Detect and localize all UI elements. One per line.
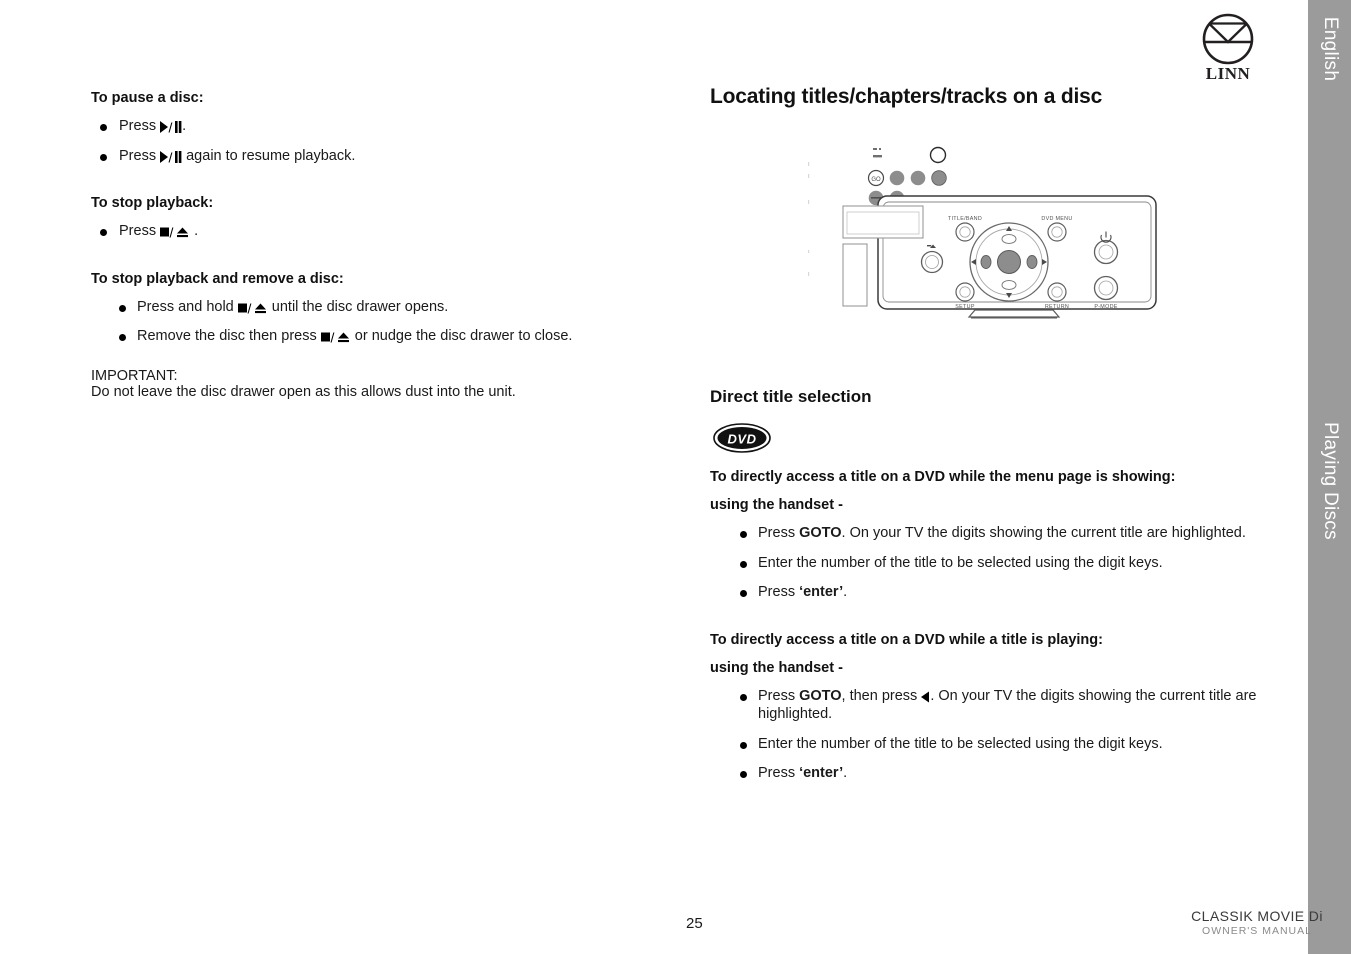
svg-text:/: / [247,301,251,315]
stop-eject-icon: / [320,330,351,344]
heading-stop-and-remove: To stop playback and remove a disc: [91,270,344,287]
segment-text: . On your TV the digits showing the curr… [841,525,1246,541]
stop-eject-icon: / [237,301,268,315]
list-item: Press GOTO. On your TV the digits showin… [710,524,1290,543]
bullet-text-post: . [182,118,187,134]
heading-direct-access-menu: To directly access a title on a DVD whil… [710,469,1176,485]
list-item: Press ‘enter’. [710,764,1290,783]
subheading-using-handset-1: using the handset - [710,497,843,513]
play-pause-icon: / [160,120,182,134]
bullet-list-stop: Press / . [91,222,651,241]
bullet-text-pre: Press [119,118,161,134]
stop-eject-icon: / [160,225,190,239]
linn-logo: LINN [1196,12,1260,84]
list-item: Press / . [91,222,651,241]
linn-wordmark: LINN [1205,64,1251,83]
bullet-text-post: again to resume playback. [182,147,356,164]
list-item: Press and hold / until the disc drawer o… [91,298,651,317]
segment-bold: GOTO [799,525,842,541]
segment-text: Enter the number of the title to be sele… [758,554,1163,571]
linn-circle-icon [1202,13,1254,65]
bullet-text-pre: Press [119,223,161,240]
segment-text: . [843,765,848,782]
important-text: Do not leave the disc drawer open as thi… [91,383,516,400]
segment-text: Press [758,584,800,601]
footer-brand: CLASSIK MOVIE Di OWNER'S MANUAL [1177,908,1337,937]
list-item: Press GOTO, then press . On your TV the … [710,687,1290,724]
segment-text: Press [758,525,800,541]
bullet-text-post: . [190,223,199,240]
right-column: Locating titles/chapters/tracks on a dis… [710,85,1290,783]
bullet-list-pause: Press /. Press / again to resume playbac… [91,117,651,165]
segment-bold: ‘enter’ [799,584,844,601]
bullet-text-pre: Remove the disc then press [137,328,321,345]
bullet-list-title-playing: Press GOTO, then press . On your TV the … [710,687,1290,783]
left-column: To pause a disc: Press /. Press / again … [91,90,651,400]
heading-stop-playback: To stop playback: [91,195,214,212]
segment-text: , then press [841,687,922,704]
page-title: Locating titles/chapters/tracks on a dis… [710,85,1103,108]
segment-text: Press [758,765,800,782]
segment-text: Press [758,687,800,704]
list-item: Press /. [91,117,651,136]
svg-text:/: / [170,225,174,239]
sidebar-language-tab: English [1319,16,1341,82]
segment-text: . [843,584,848,601]
list-item: Remove the disc then press / or nudge th… [91,327,651,346]
bullet-text-post: until the disc drawer opens. [267,298,449,315]
page-number: 25 [686,915,703,932]
segment-text: Enter the number of the title to be sele… [758,735,1163,752]
heading-direct-access-playing: To directly access a title on a DVD whil… [710,631,1103,648]
left-triangle-icon [921,691,930,703]
list-item: Press / again to resume playback. [91,147,651,166]
list-item: Enter the number of the title to be sele… [710,735,1290,754]
list-item: Press ‘enter’. [710,583,1290,602]
subheading-using-handset-2: using the handset - [710,659,843,676]
svg-text:/: / [169,120,173,134]
play-pause-icon: / [160,150,182,164]
svg-text:/: / [169,150,173,164]
bullet-list-menu-page: Press GOTO. On your TV the digits showin… [710,524,1290,602]
section-sidebar: English Playing Discs [1308,0,1351,954]
bullet-list-remove: Press and hold / until the disc drawer o… [91,298,651,346]
dvd-logo-text: DVD [728,432,757,447]
important-label: IMPORTANT: [91,367,178,384]
footer-manual-label: OWNER'S MANUAL [1202,925,1312,937]
svg-text:/: / [330,330,334,344]
dvd-logo: DVD [713,423,771,453]
sidebar-section-tab: Playing Discs [1319,422,1341,540]
segment-bold: ‘enter’ [799,765,844,782]
bullet-text-pre: Press [119,147,161,164]
subsection-title: Direct title selection [710,387,872,406]
bullet-text-post: or nudge the disc drawer to close. [350,328,573,345]
bullet-text-pre: Press and hold [137,298,238,315]
list-item: Enter the number of the title to be sele… [710,554,1290,573]
heading-pause-disc: To pause a disc: [91,90,204,106]
segment-bold: GOTO [799,687,842,704]
footer-model-name: CLASSIK MOVIE Di [1191,908,1323,924]
